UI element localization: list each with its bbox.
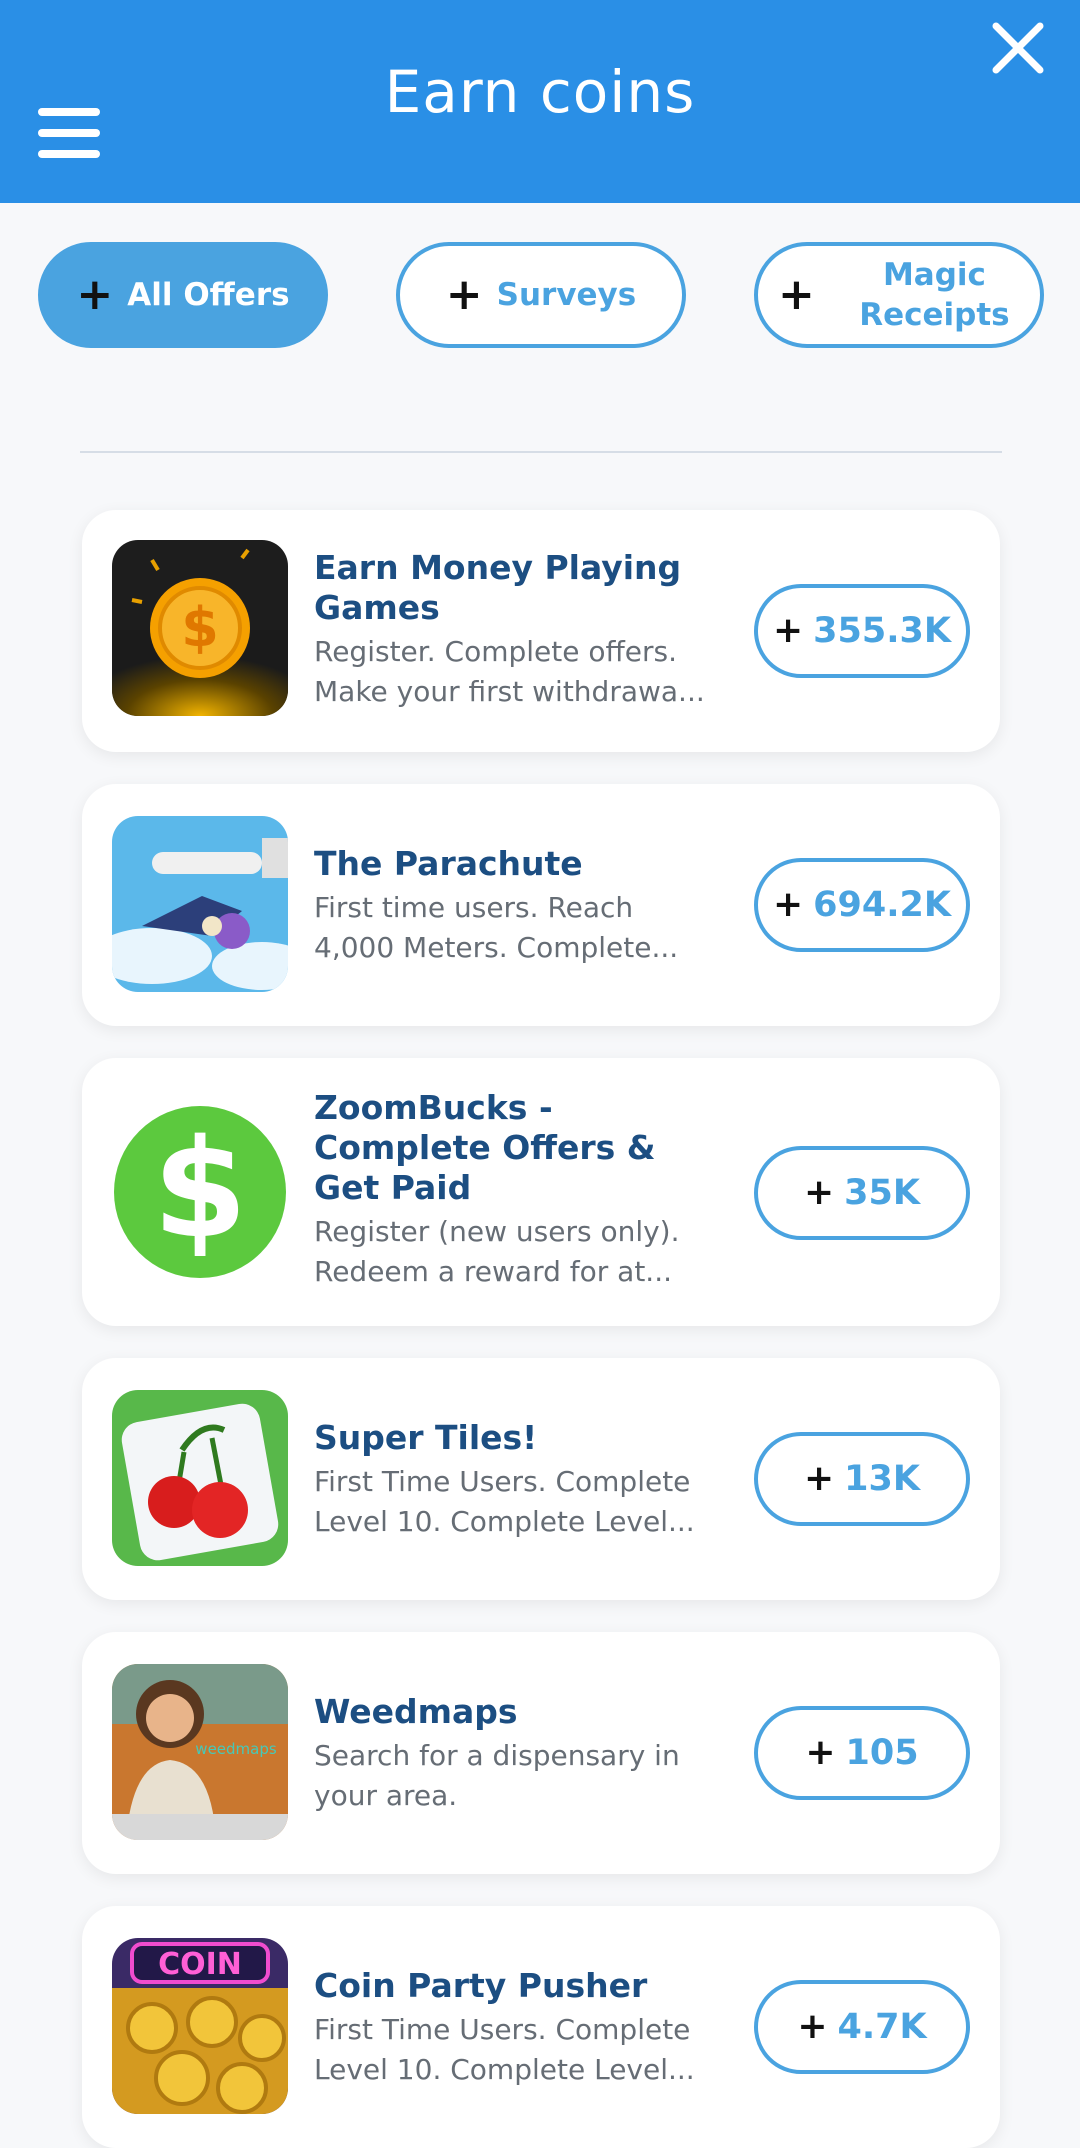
offer-card[interactable]: $ ZoomBucks - Complete Offers & Get Paid… <box>82 1058 1000 1326</box>
reward-button[interactable]: + 694.2K <box>754 858 970 952</box>
reward-amount: 105 <box>845 1733 919 1773</box>
plus-icon: + <box>772 884 804 925</box>
reward-amount: 35K <box>844 1173 920 1213</box>
reward-button[interactable]: + 35K <box>754 1146 970 1240</box>
weedmaps-photo-icon: weedmaps <box>112 1664 288 1840</box>
reward-button[interactable]: + 13K <box>754 1432 970 1526</box>
reward-amount: 355.3K <box>813 611 951 651</box>
coin-pusher-icon: COIN <box>112 1938 288 2114</box>
offer-title: Weedmaps <box>314 1692 518 1731</box>
weedmaps-logo-text: weedmaps <box>195 1740 277 1758</box>
offer-text: Weedmaps Search for a dispensary in your… <box>314 1692 714 1816</box>
filter-magic-receipts-button[interactable]: + Magic Receipts <box>754 242 1044 348</box>
offer-text: Super Tiles! First Time Users. Complete … <box>314 1418 714 1542</box>
offer-description: First Time Users. Complete Level 10. Com… <box>314 1465 695 1538</box>
offer-description: First time users. Reach 4,000 Meters. Co… <box>314 891 679 964</box>
plus-icon: + <box>772 610 804 651</box>
plus-icon: + <box>805 1732 836 1773</box>
reward-amount: 694.2K <box>813 885 951 925</box>
green-dollar-icon: $ <box>112 1104 288 1280</box>
reward-button[interactable]: + 355.3K <box>754 584 970 678</box>
offer-text: Earn Money Playing Games Register. Compl… <box>314 548 714 712</box>
offer-title: Earn Money Playing Games <box>314 548 682 627</box>
filter-surveys-button[interactable]: + Surveys <box>396 242 686 348</box>
offer-card[interactable]: COIN Coin Party Pusher First Time Users.… <box>82 1906 1000 2148</box>
plus-icon: + <box>804 1458 835 1499</box>
app-header: Earn coins <box>0 0 1080 203</box>
reward-button[interactable]: + 4.7K <box>754 1980 970 2074</box>
offer-card[interactable]: weedmaps Weedmaps Search for a dispensar… <box>82 1632 1000 1874</box>
plus-icon: + <box>445 269 483 320</box>
offer-text: ZoomBucks - Complete Offers & Get Paid R… <box>314 1088 714 1292</box>
plus-icon: + <box>804 1172 835 1213</box>
plus-icon: + <box>797 2006 828 2047</box>
cherry-tile-icon <box>112 1390 288 1566</box>
offer-card[interactable]: The Parachute First time users. Reach 4,… <box>82 784 1000 1026</box>
parachute-game-icon <box>112 816 288 992</box>
offer-text: The Parachute First time users. Reach 4,… <box>314 844 714 968</box>
filter-label: Magic Receipts <box>859 257 1010 333</box>
filter-label: Surveys <box>496 277 637 313</box>
filter-label: All Offers <box>127 277 290 313</box>
gold-coin-icon: $ <box>112 540 288 716</box>
filter-all-offers-button[interactable]: + All Offers <box>38 242 328 348</box>
offer-card[interactable]: Super Tiles! First Time Users. Complete … <box>82 1358 1000 1600</box>
offer-text: Coin Party Pusher First Time Users. Comp… <box>314 1966 714 2090</box>
plus-icon: + <box>76 269 114 320</box>
reward-button[interactable]: + 105 <box>754 1706 970 1800</box>
divider <box>80 451 1002 453</box>
svg-text:$: $ <box>181 596 219 659</box>
offer-description: Register (new users only). Redeem a rewa… <box>314 1215 680 1288</box>
filter-bar: + All Offers + Surveys + Magic Receipts <box>0 242 1080 348</box>
offer-title: Super Tiles! <box>314 1418 538 1457</box>
offer-description: Register. Complete offers. Make your fir… <box>314 635 705 708</box>
close-icon[interactable] <box>990 20 1046 76</box>
offer-description: Search for a dispensary in your area. <box>314 1739 680 1812</box>
offer-title: Coin Party Pusher <box>314 1966 648 2005</box>
offer-card[interactable]: $ Earn Money Playing Games Register. Com… <box>82 510 1000 752</box>
offer-description: First Time Users. Complete Level 10. Com… <box>314 2013 695 2086</box>
svg-text:$: $ <box>153 1111 248 1269</box>
offer-title: The Parachute <box>314 844 583 883</box>
coin-sign-text: COIN <box>158 1947 242 1982</box>
plus-icon: + <box>778 269 815 320</box>
page-title: Earn coins <box>384 58 696 126</box>
reward-amount: 4.7K <box>837 2007 927 2047</box>
reward-amount: 13K <box>844 1459 920 1499</box>
offer-title: ZoomBucks - Complete Offers & Get Paid <box>314 1088 656 1207</box>
